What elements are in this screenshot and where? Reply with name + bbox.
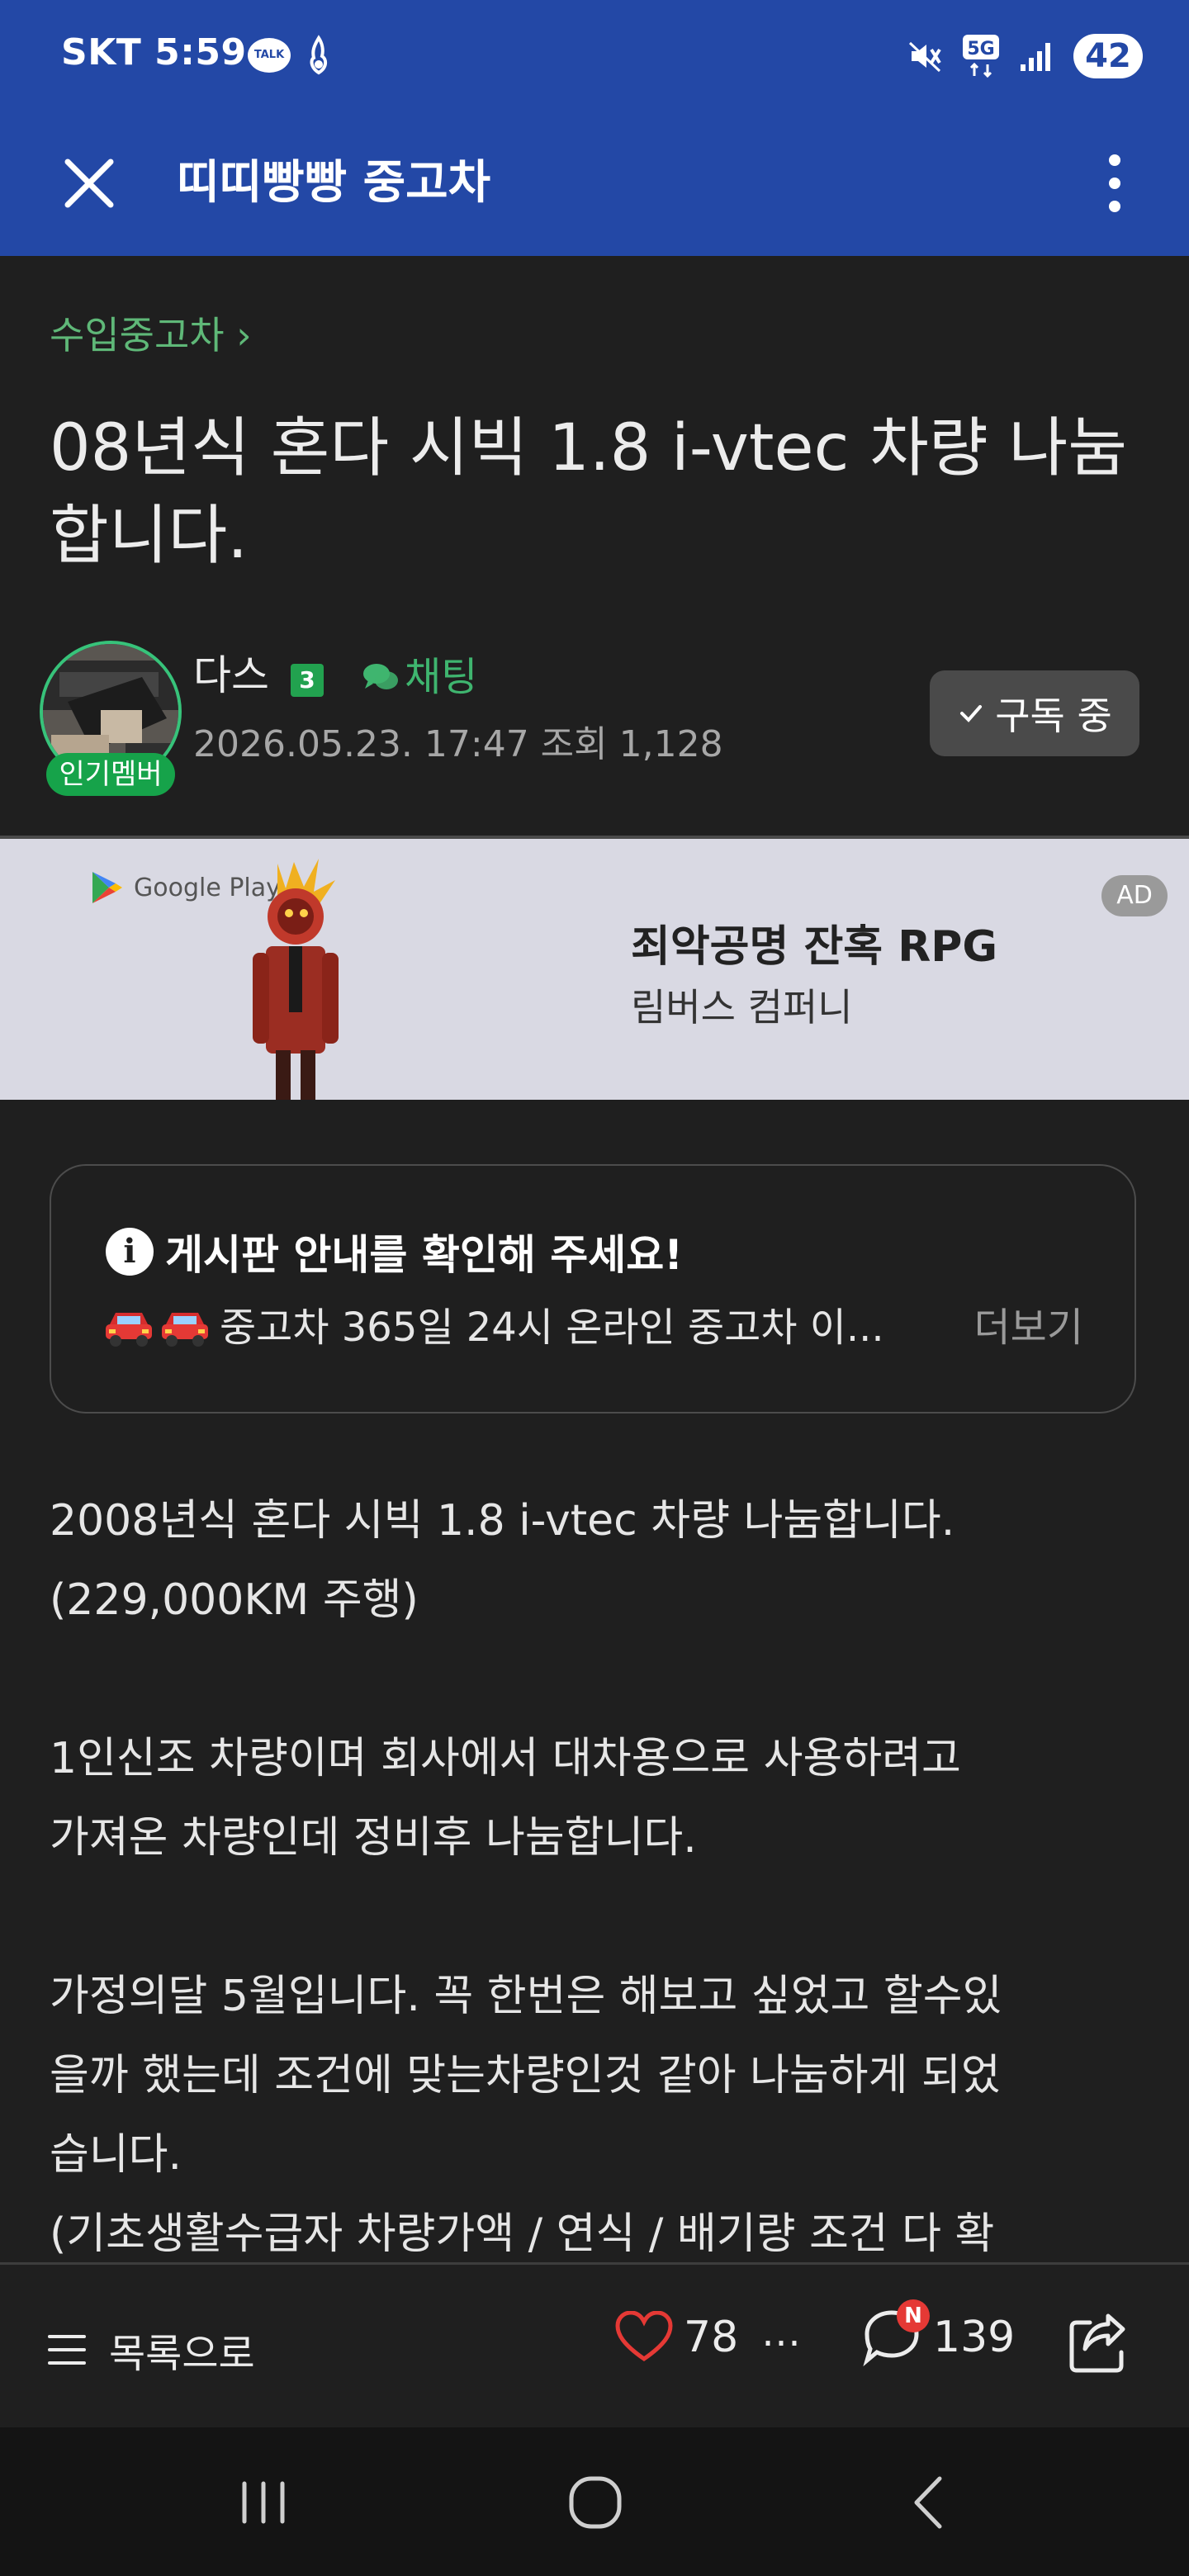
bottom-action-bar: 목록으로 78 ⋯ N 139 (0, 2262, 1189, 2430)
post-content: 2008년식 혼다 시빅 1.8 i-vtec 차량 나눔합니다. (229,0… (50, 1481, 1156, 2274)
page-title: 08년식 혼다 시빅 1.8 i-vtec 차량 나눔합니다. (50, 411, 1128, 573)
svg-text:5G: 5G (967, 39, 994, 59)
heart-icon[interactable] (614, 2311, 674, 2364)
author-name[interactable]: 다스 (193, 651, 269, 700)
red-car-icon (106, 1313, 152, 1347)
chat-label[interactable]: 채팅 (405, 652, 477, 702)
like-count: 78 (684, 2313, 739, 2362)
board-name[interactable]: 수입중고차 (50, 313, 225, 358)
notice-body-row: 중고차 365일 24시 온라인 중고차 이... (102, 1301, 884, 1354)
ad-banner[interactable]: Google Play 죄악공명 잔혹 RPG 림버스 컴퍼니 AD (0, 839, 1189, 1100)
like-button[interactable]: 78 (614, 2311, 738, 2364)
status-icons: 5G 42 (907, 30, 1143, 83)
close-icon[interactable] (54, 149, 124, 218)
info-icon: i (106, 1228, 154, 1276)
chat-bubble-icon (363, 664, 398, 689)
comment-icon-wrap[interactable]: N (860, 2299, 930, 2369)
share-icon[interactable] (1065, 2311, 1131, 2377)
ad-label: AD (1101, 875, 1168, 916)
signal-icon (1021, 43, 1050, 71)
mute-icon (908, 41, 941, 73)
recent-apps-icon[interactable] (226, 2465, 301, 2540)
google-play-icon (92, 872, 122, 903)
paragraph: 2008년식 혼다 시빅 1.8 i-vtec 차량 나눔합니다. (229,0… (50, 1481, 1156, 1640)
post-meta: 2026.05.23. 17:47 조회 1,128 (193, 723, 723, 765)
board-notice[interactable]: i 게시판 안내를 확인해 주세요! 중고차 365일 24시 온라인 중고차 … (50, 1164, 1136, 1413)
system-navigation-bar (0, 2427, 1189, 2576)
paragraph: 가정의달 5월입니다. 꼭 한번은 해보고 싶었고 할수있 을까 했는데 조건에… (50, 1957, 1156, 2274)
member-badge: 인기멤버 (46, 753, 175, 796)
text-line: (229,000KM 주행) (50, 1575, 419, 1625)
paragraph: 1인신조 차량이며 회사에서 대차용으로 사용하려고 가져온 차량인데 정비후 … (50, 1719, 1156, 1878)
list-label[interactable]: 목록으로 (109, 2321, 255, 2379)
text-line: 2008년식 혼다 시빅 1.8 i-vtec 차량 나눔합니다. (50, 1496, 955, 1546)
text-line: 1인신조 차량이며 회사에서 대차용으로 사용하려고 (50, 1734, 961, 1783)
text-line: 습니다. (50, 2130, 182, 2180)
text-line: 가정의달 5월입니다. 꼭 한번은 해보고 싶었고 할수있 (50, 1972, 1002, 2021)
5g-icon: 5G (963, 35, 999, 78)
flame-icon (310, 35, 328, 75)
ad-company[interactable]: 림버스 컴퍼니 (631, 978, 853, 1032)
battery-icon: 42 (1073, 34, 1143, 78)
comment-button[interactable]: N 139 (860, 2299, 1016, 2369)
text-line: (기초생활수급자 차량가액 / 연식 / 배기량 조건 다 확 (50, 2209, 995, 2259)
cafe-title: 띠띠빵빵 중고차 (177, 156, 491, 210)
list-button[interactable]: 목록으로 (46, 2321, 255, 2379)
more-options-icon[interactable] (1078, 145, 1151, 221)
subscribe-button[interactable]: 구독 중 (930, 670, 1139, 756)
text-line: 을까 했는데 조건에 맞는차량인것 같아 나눔하게 되었 (50, 2051, 1001, 2100)
ad-character-image (253, 859, 339, 1100)
notice-title: 게시판 안내를 확인해 주세요! (165, 1231, 684, 1279)
menu-icon (48, 2335, 86, 2365)
more-dots-icon[interactable]: ⋯ (761, 2319, 804, 2365)
app-bar: 띠띠빵빵 중고차 (0, 112, 1189, 256)
new-badge: N (897, 2299, 930, 2332)
text-line: 가져온 차량인데 정비후 나눔합니다. (50, 1813, 697, 1863)
red-car-icon (162, 1313, 208, 1347)
breadcrumb[interactable]: 수입중고차 › (50, 312, 252, 358)
back-icon[interactable] (892, 2465, 966, 2540)
status-bar: SKT 5:59 TALK 5G 42 (0, 0, 1189, 112)
notice-text: 중고차 365일 24시 온라인 중고차 이... (220, 1305, 884, 1351)
level-badge: 3 (291, 664, 324, 697)
status-time: SKT 5:59 (61, 31, 247, 73)
chat-button[interactable]: 채팅 (362, 652, 477, 702)
comment-count: 139 (933, 2313, 1016, 2362)
chevron-right-icon: › (236, 313, 252, 358)
more-link[interactable]: 더보기 (974, 1301, 1083, 1354)
ad-headline[interactable]: 죄악공명 잔혹 RPG (631, 912, 997, 973)
notice-title-row: i 게시판 안내를 확인해 주세요! (106, 1222, 683, 1281)
car-emoji-icon (102, 1306, 211, 1349)
talk-icon: TALK (248, 38, 291, 73)
home-icon[interactable] (558, 2465, 632, 2540)
subscribe-label[interactable]: 구독 중 (995, 686, 1112, 741)
author-avatar-group[interactable]: 인기멤버 (40, 641, 182, 799)
check-icon (960, 705, 983, 722)
